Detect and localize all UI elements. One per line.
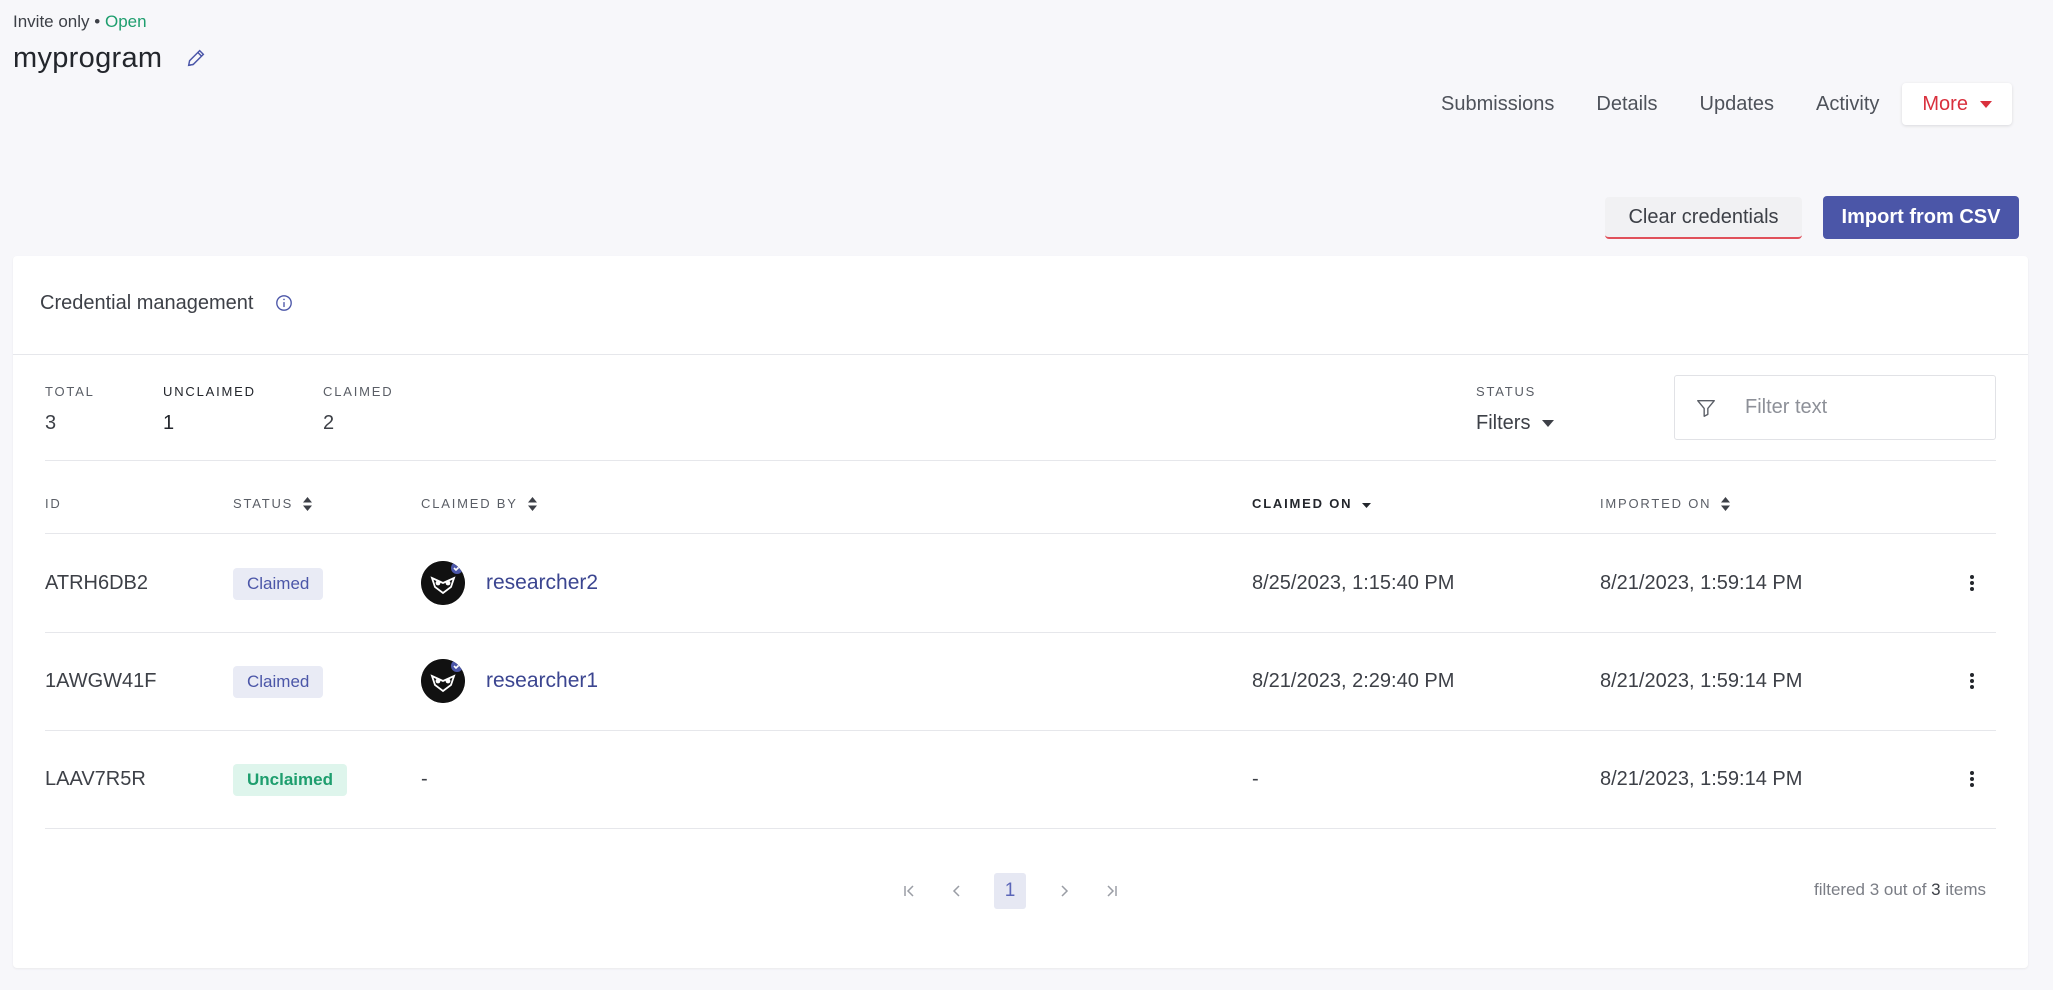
summary-total: 3 [1931, 880, 1941, 899]
card-divider [13, 354, 2028, 355]
sort-descending-icon [1362, 502, 1372, 508]
status-badge: Claimed [233, 568, 324, 600]
avatar [421, 561, 465, 605]
bullet-separator: • [94, 12, 101, 31]
column-header-imported-on[interactable]: IMPORTED ON [1600, 496, 1731, 511]
program-state: Open [104, 12, 147, 31]
column-label-claimed-by: CLAIMED BY [421, 496, 518, 511]
avatar [421, 659, 465, 703]
clear-credentials-button[interactable]: Clear credentials [1605, 197, 1802, 239]
nav-more-button[interactable]: More [1902, 83, 2012, 125]
row-1-claimed-on: 8/25/2023, 1:15:40 PM [1252, 572, 1455, 594]
summary-prefix: filtered 3 out of [1813, 880, 1927, 899]
credential-card [13, 256, 2028, 968]
status-badge: Claimed [233, 666, 324, 698]
program-nav: Submissions Details Updates Activity Mor… [1420, 83, 2012, 125]
next-page-button[interactable] [1049, 876, 1079, 906]
program-access-line: Invite only • Open [13, 12, 147, 32]
row-1-imported-on: 8/21/2023, 1:59:14 PM [1600, 572, 1803, 594]
row-divider [45, 632, 1996, 633]
last-page-button[interactable] [1096, 876, 1126, 906]
researcher-link[interactable]: researcher2 [486, 571, 598, 595]
row-2-claimed-on: 8/21/2023, 2:29:40 PM [1252, 670, 1455, 692]
header-divider [45, 533, 1996, 534]
row-3-imported-on: 8/21/2023, 1:59:14 PM [1600, 768, 1803, 790]
nav-submissions[interactable]: Submissions [1420, 84, 1575, 124]
status-badge: Unclaimed [233, 764, 347, 796]
row-divider [45, 828, 1996, 829]
chevron-left-icon [952, 885, 960, 897]
column-label-claimed-on: CLAIMED ON [1252, 496, 1353, 511]
nav-updates[interactable]: Updates [1679, 84, 1796, 124]
page-title: myprogram [13, 42, 163, 74]
row-2-imported-on: 8/21/2023, 1:59:14 PM [1600, 670, 1803, 692]
column-label-imported-on: IMPORTED ON [1600, 496, 1712, 511]
column-header-claimed-by[interactable]: CLAIMED BY [421, 496, 537, 511]
row-divider [45, 730, 1996, 731]
more-vertical-icon[interactable] [1962, 573, 1982, 593]
nav-more-label: More [1922, 92, 1968, 115]
info-icon[interactable] [275, 294, 293, 312]
stat-unclaimed-value: 1 [163, 412, 175, 434]
column-label-status: STATUS [233, 496, 294, 511]
row-1-id: ATRH6DB2 [45, 572, 148, 594]
filter-text-box [1674, 375, 1996, 440]
researcher-link[interactable]: researcher1 [486, 669, 598, 693]
sort-icon [1721, 496, 1731, 511]
column-header-status[interactable]: STATUS [233, 496, 313, 511]
status-filter-label: STATUS [1476, 384, 1537, 399]
prev-page-button[interactable] [942, 876, 972, 906]
stat-claimed-label: CLAIMED [323, 384, 394, 399]
row-3-id: LAAV7R5R [45, 768, 146, 790]
column-label-id: ID [45, 496, 62, 511]
column-header-id: ID [45, 496, 62, 511]
import-csv-button[interactable]: Import from CSV [1823, 196, 2019, 239]
sort-icon [527, 496, 537, 511]
row-3-claimed-by: - [421, 768, 428, 790]
card-title: Credential management [40, 292, 254, 314]
stat-unclaimed-label: UNCLAIMED [163, 384, 256, 399]
first-page-icon [904, 885, 914, 897]
access-label: Invite only [13, 12, 90, 31]
nav-activity[interactable]: Activity [1795, 84, 1900, 124]
first-page-button[interactable] [895, 876, 925, 906]
stat-total-value: 3 [45, 412, 57, 434]
pagination-summary: filtered 3 out of 3 items [1700, 880, 1986, 900]
more-vertical-icon[interactable] [1962, 769, 1982, 789]
status-filter-dropdown[interactable]: Filters [1476, 412, 1555, 435]
nav-details[interactable]: Details [1575, 84, 1678, 124]
column-header-claimed-on[interactable]: CLAIMED ON [1252, 496, 1372, 511]
summary-suffix: items [1945, 880, 1986, 899]
filters-label: Filters [1476, 412, 1531, 434]
page-number-button[interactable]: 1 [994, 873, 1026, 909]
more-vertical-icon[interactable] [1962, 671, 1982, 691]
row-3-claimed-on: - [1252, 768, 1259, 790]
stat-total-label: TOTAL [45, 384, 95, 399]
stat-claimed-value: 2 [323, 412, 335, 434]
caret-down-icon [1979, 100, 1992, 108]
stats-divider [45, 460, 1996, 461]
last-page-icon [1107, 885, 1117, 897]
chevron-down-icon [1542, 420, 1555, 427]
filter-icon [1697, 399, 1715, 417]
row-2-id: 1AWGW41F [45, 670, 157, 692]
pencil-icon[interactable] [185, 47, 207, 69]
chevron-right-icon [1061, 885, 1069, 897]
sort-icon [303, 496, 313, 511]
filter-text-input[interactable] [1745, 396, 1965, 419]
